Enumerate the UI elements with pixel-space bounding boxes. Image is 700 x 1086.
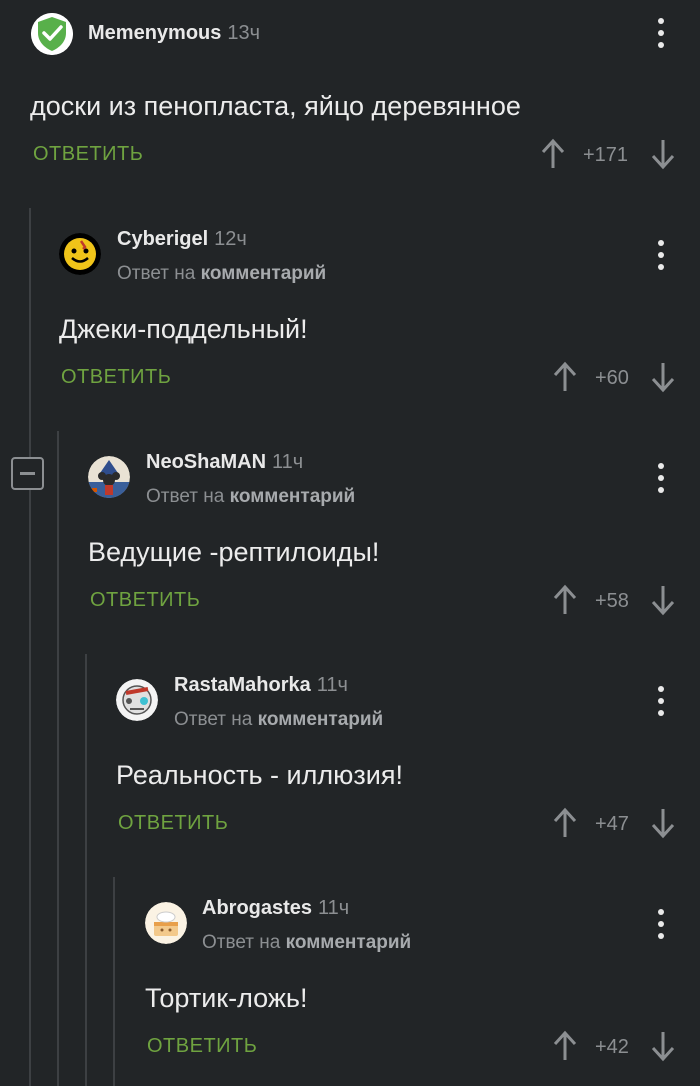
upvote-arrow-icon[interactable]	[552, 1030, 578, 1062]
collapse-thread-button[interactable]	[11, 457, 44, 490]
wizard-mouse-avatar[interactable]	[88, 456, 130, 498]
reply-to-link[interactable]: комментарий	[201, 263, 327, 284]
more-options-icon[interactable]	[652, 463, 672, 495]
reply-to-link[interactable]: комментарий	[230, 486, 356, 507]
vote-count: +60	[595, 367, 629, 389]
reply-to-prefix: Ответ на	[202, 932, 281, 953]
thread-line	[85, 654, 87, 1086]
comment-time: 12ч	[214, 228, 247, 250]
downvote-arrow-icon[interactable]	[650, 807, 676, 839]
comment-time: 13ч	[227, 22, 261, 44]
reply-button[interactable]: ОТВЕТИТЬ	[61, 366, 171, 389]
reply-to-prefix: Ответ на	[146, 486, 225, 507]
vote-count: +171	[583, 144, 629, 166]
vote-count: +58	[595, 590, 629, 612]
comment-text: Джеки-поддельный!	[59, 314, 308, 344]
upvote-arrow-icon[interactable]	[552, 584, 578, 616]
comment-author[interactable]: Abrogastes	[202, 897, 312, 919]
vote-count: +47	[595, 813, 629, 835]
thread-line	[29, 208, 31, 1086]
reply-button[interactable]: ОТВЕТИТЬ	[118, 812, 228, 835]
upvote-arrow-icon[interactable]	[552, 807, 578, 839]
more-options-icon[interactable]	[652, 18, 672, 50]
upvote-arrow-icon[interactable]	[552, 361, 578, 393]
reply-button[interactable]: ОТВЕТИТЬ	[90, 589, 200, 612]
comment-author[interactable]: RastaMahorka	[174, 674, 311, 696]
thread-line	[57, 431, 59, 1086]
reply-to-link[interactable]: комментарий	[286, 932, 412, 953]
comment-text: Ведущие -рептилоиды!	[88, 537, 380, 567]
more-options-icon[interactable]	[652, 240, 672, 272]
downvote-arrow-icon[interactable]	[650, 138, 676, 170]
reply-to-link[interactable]: комментарий	[258, 709, 384, 730]
watchmen-smiley-avatar[interactable]	[59, 233, 101, 275]
comment-text: Тортик-ложь!	[145, 983, 308, 1013]
more-options-icon[interactable]	[652, 909, 672, 941]
robot-face-avatar[interactable]	[116, 679, 158, 721]
upvote-arrow-icon[interactable]	[540, 138, 566, 170]
thread-line	[113, 877, 115, 1086]
reply-to-prefix: Ответ на	[117, 263, 196, 284]
reply-to-prefix: Ответ на	[174, 709, 253, 730]
comment-time: 11ч	[272, 451, 304, 473]
comment-author[interactable]: Cyberigel	[117, 228, 208, 250]
reply-button[interactable]: ОТВЕТИТЬ	[33, 143, 143, 166]
comment-text: Реальность - иллюзия!	[116, 760, 403, 790]
reply-button[interactable]: ОТВЕТИТЬ	[147, 1035, 257, 1058]
comment-author[interactable]: NeoShaMAN	[146, 451, 266, 473]
comment-time: 11ч	[318, 897, 350, 919]
verified-checkmark-avatar[interactable]	[31, 13, 73, 55]
more-options-icon[interactable]	[652, 686, 672, 718]
downvote-arrow-icon[interactable]	[650, 361, 676, 393]
comment-text: доски из пенопласта, яйцо деревянное	[30, 91, 521, 121]
downvote-arrow-icon[interactable]	[650, 1030, 676, 1062]
comment-author[interactable]: Memenymous	[88, 22, 221, 44]
cake-avatar[interactable]	[145, 902, 187, 944]
downvote-arrow-icon[interactable]	[650, 584, 676, 616]
comment-time: 11ч	[316, 674, 348, 696]
vote-count: +42	[595, 1036, 629, 1058]
